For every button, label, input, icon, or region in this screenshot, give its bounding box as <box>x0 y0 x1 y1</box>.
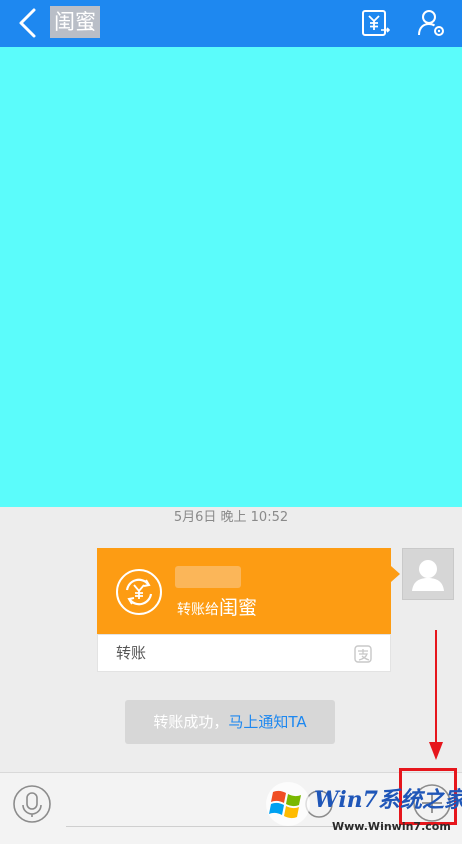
transfer-description: 转账给闺蜜 <box>177 596 257 622</box>
notify-link[interactable]: 马上通知TA <box>228 713 306 731</box>
watermark-brand: Win7系统之家 <box>314 787 462 813</box>
transfer-recipient: 闺蜜 <box>219 597 258 619</box>
transfer-card[interactable]: 转账给闺蜜 转账 <box>97 548 400 672</box>
cyan-content-area <box>0 47 462 507</box>
windows-logo-icon <box>266 782 310 826</box>
watermark-url: Www.Winwin7.com <box>332 820 451 833</box>
transfer-prefix: 转账给 <box>177 602 219 618</box>
red-arrow-annotation <box>429 630 443 760</box>
top-bar: 闺蜜 <box>0 0 462 47</box>
alipay-icon <box>354 645 372 663</box>
chevron-left-icon[interactable] <box>14 7 42 39</box>
title-box: 闺蜜 <box>50 6 100 38</box>
avatar[interactable] <box>402 548 454 600</box>
transfer-card-footer: 转账 <box>97 634 391 672</box>
default-avatar-icon <box>412 560 444 591</box>
transfer-card-header: 转账给闺蜜 <box>97 548 391 634</box>
watermark: Win7系统之家 Www.Winwin7.com <box>264 780 462 840</box>
message-timestamp: 5月6日 晚上 10:52 <box>173 510 289 525</box>
redacted-amount <box>175 566 241 588</box>
yen-exchange-icon <box>116 569 162 615</box>
microphone-icon[interactable] <box>12 784 52 824</box>
transfer-label: 转账 <box>116 644 147 662</box>
yen-transfer-icon[interactable] <box>360 8 390 38</box>
transfer-success-notice: 转账成功，马上通知TA <box>125 700 335 744</box>
notice-text: 转账成功， <box>153 713 229 731</box>
bubble-tail <box>391 566 400 582</box>
page-title: 闺蜜 <box>54 10 96 34</box>
person-settings-icon[interactable] <box>416 8 446 38</box>
